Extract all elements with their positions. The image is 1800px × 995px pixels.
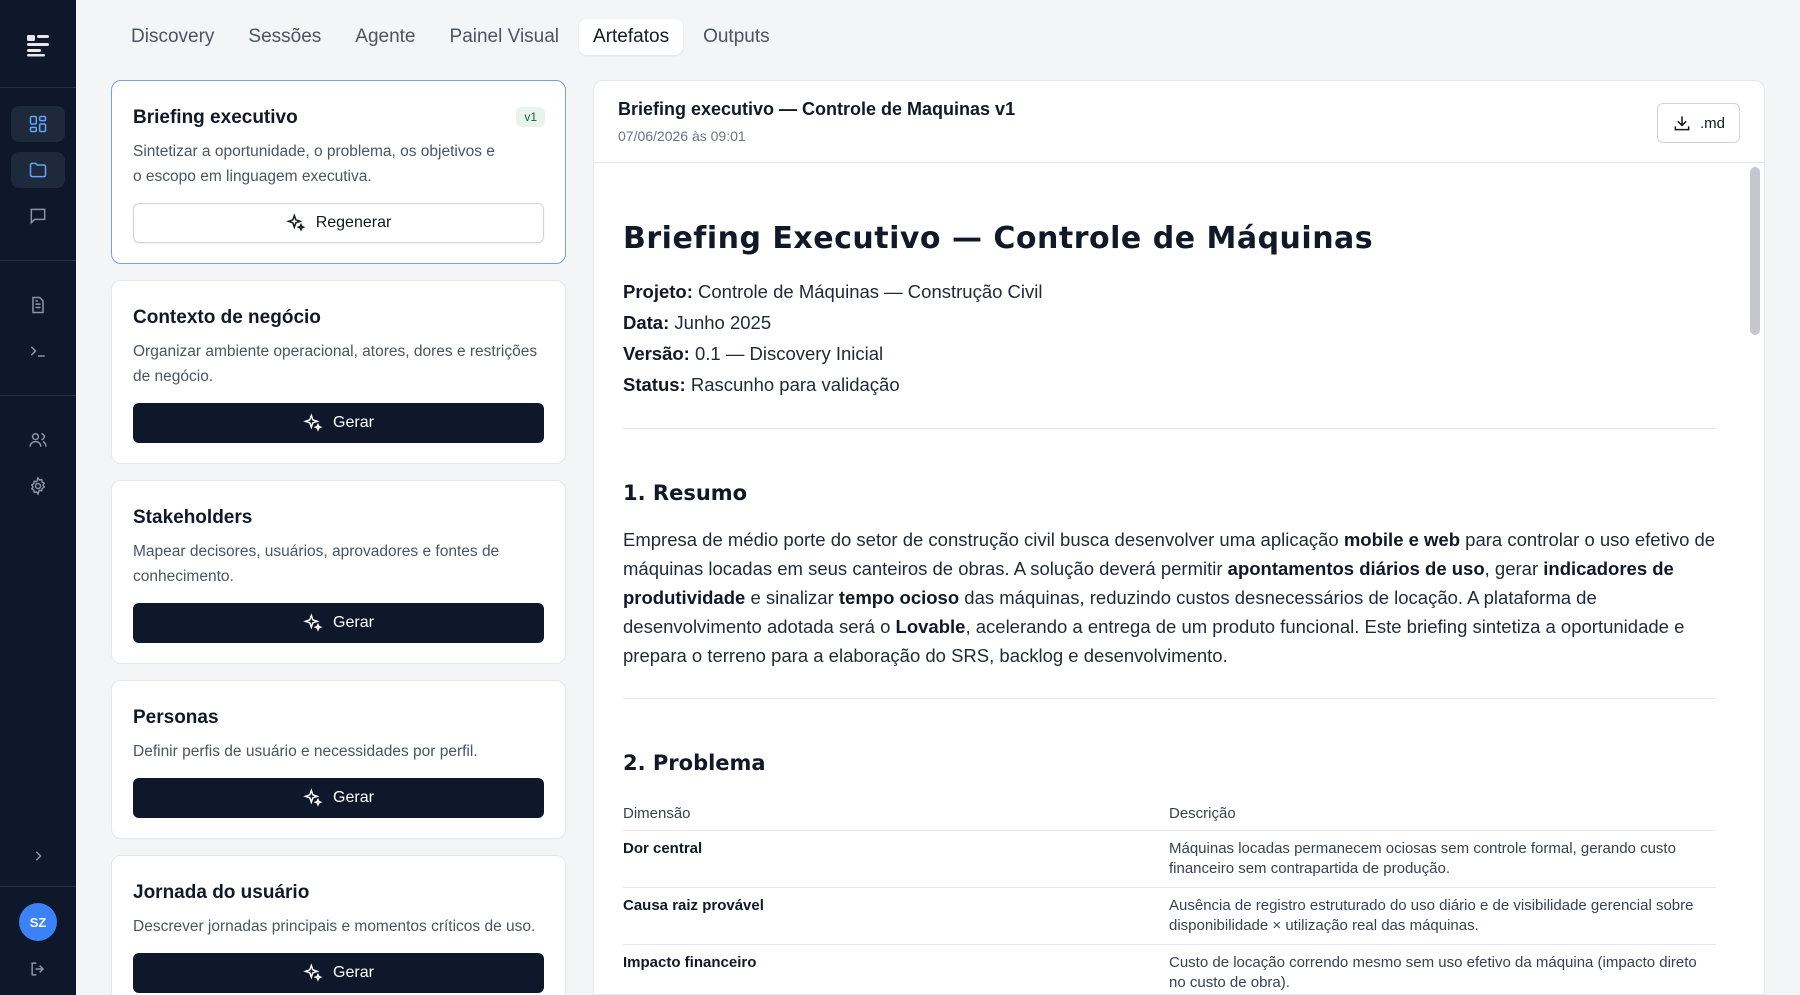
document-meta: Projeto: Controle de Máquinas — Construç… (623, 276, 1716, 400)
nav-users-button[interactable] (11, 422, 65, 458)
sparkles-icon (303, 963, 323, 982)
button-label: Gerar (333, 614, 374, 631)
gear-icon (30, 476, 46, 496)
tab-painel-visual[interactable]: Painel Visual (436, 19, 574, 55)
document-scrollbar[interactable] (1750, 167, 1760, 994)
download-icon (1674, 116, 1690, 131)
card-title: Stakeholders (133, 507, 253, 528)
table-row: Dor central Máquinas locadas permanecem … (623, 830, 1716, 888)
generate-button[interactable]: Gerar (133, 778, 544, 818)
meta-row-versao: Versão: 0.1 — Discovery Inicial (623, 343, 884, 364)
card-description: Definir perfis de usuário e necessidades… (133, 743, 478, 760)
scrollbar-thumb[interactable] (1750, 167, 1760, 335)
sidebar-divider (0, 260, 76, 261)
nav-dashboard-button[interactable] (11, 106, 65, 142)
card-description: Mapear decisores, usuários, aprovadores … (133, 543, 500, 585)
artifact-card-briefing[interactable]: Briefing executivo v1 Sintetizar a oport… (111, 80, 566, 264)
sidebar: SZ (0, 0, 76, 995)
sparkles-icon (303, 613, 323, 632)
nav-projects-button[interactable] (11, 152, 65, 188)
section-heading-problema: 2. Problema (623, 751, 766, 775)
meta-row-projeto: Projeto: Controle de Máquinas — Construç… (623, 281, 1043, 302)
logout-button[interactable] (11, 951, 65, 987)
button-label: Gerar (333, 964, 374, 981)
regenerate-button[interactable]: Regenerar (133, 203, 544, 243)
users-icon (29, 433, 47, 447)
chevron-right-icon (35, 851, 42, 861)
download-md-button[interactable]: .md (1656, 103, 1740, 143)
download-label: .md (1699, 114, 1725, 132)
tab-outputs[interactable]: Outputs (689, 19, 784, 55)
sparkles-icon (303, 413, 323, 432)
generate-button[interactable]: Gerar (133, 603, 544, 643)
terminal-icon (30, 346, 45, 357)
nav-settings-button[interactable] (11, 468, 65, 504)
dashboard-icon (29, 115, 47, 133)
card-description: Descrever jornadas principais e momentos… (133, 918, 536, 935)
artifact-card-contexto[interactable]: Contexto de negócio Organizar ambiente o… (111, 280, 566, 464)
meta-row-status: Status: Rascunho para validação (623, 374, 900, 395)
nav-terminal-button[interactable] (11, 333, 65, 369)
section-heading-resumo: 1. Resumo (623, 481, 748, 505)
artifact-card-list: Briefing executivo v1 Sintetizar a oport… (111, 80, 566, 995)
document-content: Briefing Executivo — Controle de Máquina… (623, 163, 1716, 994)
tab-artefatos[interactable]: Artefatos (579, 19, 684, 55)
button-label: Regenerar (315, 214, 392, 231)
card-description: Sintetizar a oportunidade, o problema, o… (133, 143, 495, 185)
card-title: Jornada do usuário (133, 882, 310, 903)
table-header: Dimensão (623, 799, 1169, 831)
document-heading: Briefing Executivo — Controle de Máquina… (623, 221, 1374, 256)
card-title: Briefing executivo (133, 107, 298, 128)
sidebar-divider (0, 87, 76, 88)
table-row: Impacto financeiro Custo de locação corr… (623, 944, 1716, 994)
tab-discovery[interactable]: Discovery (117, 19, 228, 55)
problem-table: Dimensão Descrição Dor central Máquinas … (623, 799, 1716, 994)
document-icon (32, 296, 44, 314)
generate-button[interactable]: Gerar (133, 403, 544, 443)
artifact-card-personas[interactable]: Personas Definir perfis de usuário e nec… (111, 680, 566, 839)
artifact-card-stakeholders[interactable]: Stakeholders Mapear decisores, usuários,… (111, 480, 566, 664)
artifact-card-jornada[interactable]: Jornada do usuário Descrever jornadas pr… (111, 855, 566, 995)
app-logo-icon[interactable] (23, 30, 53, 60)
card-title: Personas (133, 707, 219, 728)
nav-documents-button[interactable] (11, 287, 65, 323)
table-header: Descrição (1169, 799, 1716, 831)
user-avatar[interactable]: SZ (19, 903, 57, 941)
table-row: Causa raiz provável Ausência de registro… (623, 887, 1716, 945)
sidebar-divider (0, 886, 76, 887)
sparkles-icon (285, 213, 306, 232)
folder-icon (29, 162, 47, 178)
card-title: Contexto de negócio (133, 307, 321, 328)
nav-chat-button[interactable] (11, 198, 65, 234)
expand-sidebar-button[interactable] (11, 838, 65, 874)
tab-sessoes[interactable]: Sessões (234, 19, 335, 55)
chat-icon (30, 208, 46, 225)
meta-row-data: Data: Junho 2025 (623, 312, 772, 333)
tab-agente[interactable]: Agente (341, 19, 429, 55)
card-description: Organizar ambiente operacional, atores, … (133, 343, 538, 385)
document-date: 07/06/2026 às 09:01 (618, 128, 746, 144)
generate-button[interactable]: Gerar (133, 953, 544, 993)
main-tabs: Discovery Sessões Agente Painel Visual A… (117, 19, 784, 55)
document-header: Briefing executivo — Controle de Maquina… (594, 81, 1764, 163)
document-title: Briefing executivo — Controle de Maquina… (618, 99, 1016, 119)
logout-icon (31, 962, 45, 976)
button-label: Gerar (333, 414, 374, 431)
version-badge: v1 (516, 107, 545, 127)
resumo-paragraph: Empresa de médio porte do setor de const… (623, 529, 1716, 666)
sparkles-icon (303, 788, 323, 807)
sidebar-divider (0, 395, 76, 396)
divider (623, 698, 1716, 699)
button-label: Gerar (333, 789, 374, 806)
divider (623, 428, 1716, 429)
document-viewer: Briefing executivo — Controle de Maquina… (593, 80, 1765, 995)
